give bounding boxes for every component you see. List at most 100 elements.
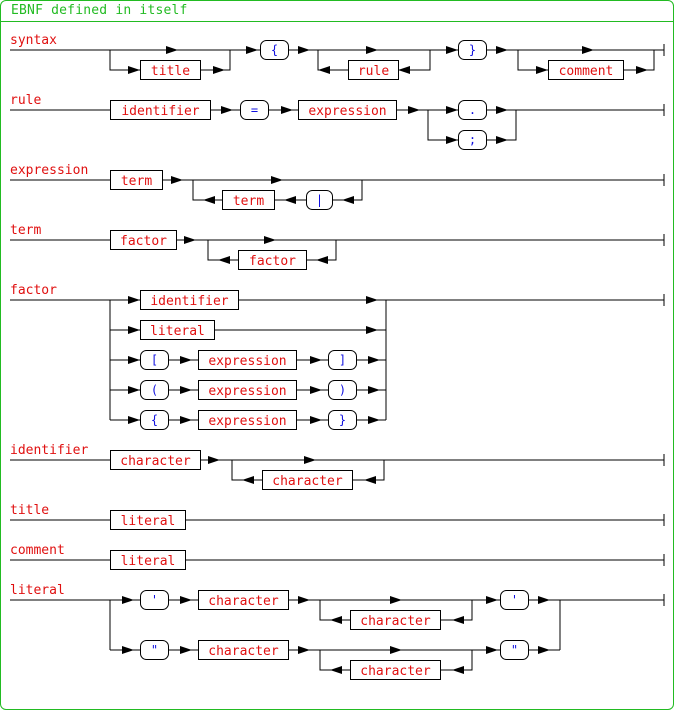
terminal-box[interactable]: | <box>306 190 333 210</box>
nonterminal-box[interactable]: character <box>198 590 289 610</box>
nonterminal-box[interactable]: title <box>140 60 201 80</box>
terminal-box[interactable]: " <box>500 640 529 660</box>
terminal-label: } <box>339 413 346 427</box>
arrow-right-icon <box>496 106 508 114</box>
terminal-box[interactable]: ( <box>140 380 169 400</box>
connector-line <box>427 110 458 141</box>
nonterminal-box[interactable]: identifier <box>110 100 211 120</box>
nonterminal-label: literal <box>121 514 176 529</box>
nonterminal-box[interactable]: literal <box>110 510 186 530</box>
arrow-left-icon <box>452 666 464 674</box>
arrow-right-icon <box>271 176 283 184</box>
arrow-left-icon <box>452 616 464 624</box>
rule-name: comment <box>10 543 65 558</box>
arrow-right-icon <box>281 106 293 114</box>
nonterminal-box[interactable]: rule <box>348 60 399 80</box>
nonterminal-box[interactable]: comment <box>548 60 624 80</box>
terminal-box[interactable]: ] <box>328 350 357 370</box>
terminal-label: " <box>511 643 518 657</box>
terminal-box[interactable]: { <box>140 410 169 430</box>
nonterminal-box[interactable]: term <box>222 190 275 210</box>
terminal-box[interactable]: } <box>328 410 357 430</box>
arrow-right-icon <box>536 66 548 74</box>
nonterminal-box[interactable]: character <box>350 610 441 630</box>
nonterminal-box[interactable]: character <box>350 660 441 680</box>
arrow-right-icon <box>180 596 192 604</box>
arrow-left-icon <box>316 256 328 264</box>
rule-name: syntax <box>10 33 57 48</box>
terminal-box[interactable]: " <box>140 640 169 660</box>
arrow-right-icon <box>128 66 140 74</box>
nonterminal-box[interactable]: identifier <box>140 290 239 310</box>
nonterminal-label: title <box>151 64 190 79</box>
connector-line <box>192 180 222 201</box>
terminal-box[interactable]: { <box>260 40 289 60</box>
arrow-right-icon <box>208 456 220 464</box>
rule-name: title <box>10 503 49 518</box>
arrow-right-icon <box>264 236 276 244</box>
nonterminal-label: literal <box>150 324 205 339</box>
arrow-right-icon <box>213 66 225 74</box>
syntax-diagram: syntax title {rule} comment rule identifier = e… <box>10 33 665 680</box>
terminal-box[interactable]: ' <box>500 590 529 610</box>
nonterminal-box[interactable]: expression <box>198 380 297 400</box>
arrow-right-icon <box>486 596 498 604</box>
nonterminal-label: identifier <box>121 104 199 119</box>
arrow-right-icon <box>582 46 594 54</box>
nonterminal-box[interactable]: character <box>110 450 201 470</box>
arrow-right-icon <box>221 106 233 114</box>
connector-line <box>207 240 238 261</box>
nonterminal-label: identifier <box>150 294 228 309</box>
arrow-right-icon <box>496 136 508 144</box>
terminal-box[interactable]: ' <box>140 590 169 610</box>
nonterminal-label: expression <box>308 104 386 119</box>
terminal-box[interactable]: ) <box>328 380 357 400</box>
nonterminal-label: factor <box>249 254 296 269</box>
nonterminal-label: comment <box>559 64 614 79</box>
arrow-right-icon <box>636 66 648 74</box>
arrow-right-icon <box>390 646 402 654</box>
terminal-box[interactable]: = <box>240 100 269 120</box>
arrow-right-icon <box>368 356 380 364</box>
arrow-right-icon <box>486 646 498 654</box>
nonterminal-box[interactable]: expression <box>298 100 397 120</box>
arrow-left-icon <box>330 616 342 624</box>
nonterminal-label: literal <box>121 554 176 569</box>
rule-name: identifier <box>10 443 88 458</box>
nonterminal-box[interactable]: expression <box>198 350 297 370</box>
nonterminal-box[interactable]: character <box>198 640 289 660</box>
nonterminal-label: term <box>233 194 264 209</box>
terminal-box[interactable]: ; <box>458 130 487 150</box>
nonterminal-label: rule <box>358 64 389 79</box>
arrow-right-icon <box>128 356 140 364</box>
nonterminal-box[interactable]: character <box>262 470 353 490</box>
arrow-right-icon <box>166 46 178 54</box>
arrow-right-icon <box>368 416 380 424</box>
nonterminal-box[interactable]: literal <box>140 320 215 340</box>
arrow-left-icon <box>242 476 254 484</box>
terminal-label: ; <box>469 133 476 147</box>
arrow-right-icon <box>310 416 322 424</box>
nonterminal-box[interactable]: literal <box>110 550 186 570</box>
arrow-right-icon <box>246 46 258 54</box>
terminal-label: ( <box>151 383 158 397</box>
nonterminal-box[interactable]: term <box>110 170 163 190</box>
nonterminal-label: character <box>120 454 191 469</box>
arrow-right-icon <box>366 326 378 334</box>
terminal-label: = <box>251 103 258 117</box>
connector-line <box>440 600 473 621</box>
terminal-box[interactable]: [ <box>140 350 169 370</box>
arrow-right-icon <box>298 46 310 54</box>
arrow-right-icon <box>128 386 140 394</box>
nonterminal-label: factor <box>120 234 167 249</box>
terminal-box[interactable]: } <box>458 40 487 60</box>
nonterminal-box[interactable]: expression <box>198 410 297 430</box>
arrow-left-icon <box>218 256 230 264</box>
nonterminal-box[interactable]: factor <box>238 250 307 270</box>
nonterminal-box[interactable]: factor <box>110 230 177 250</box>
terminal-box[interactable]: . <box>458 100 487 120</box>
arrow-right-icon <box>122 646 134 654</box>
arrow-right-icon <box>122 596 134 604</box>
connector-line <box>398 50 431 71</box>
nonterminal-label: character <box>360 614 431 629</box>
